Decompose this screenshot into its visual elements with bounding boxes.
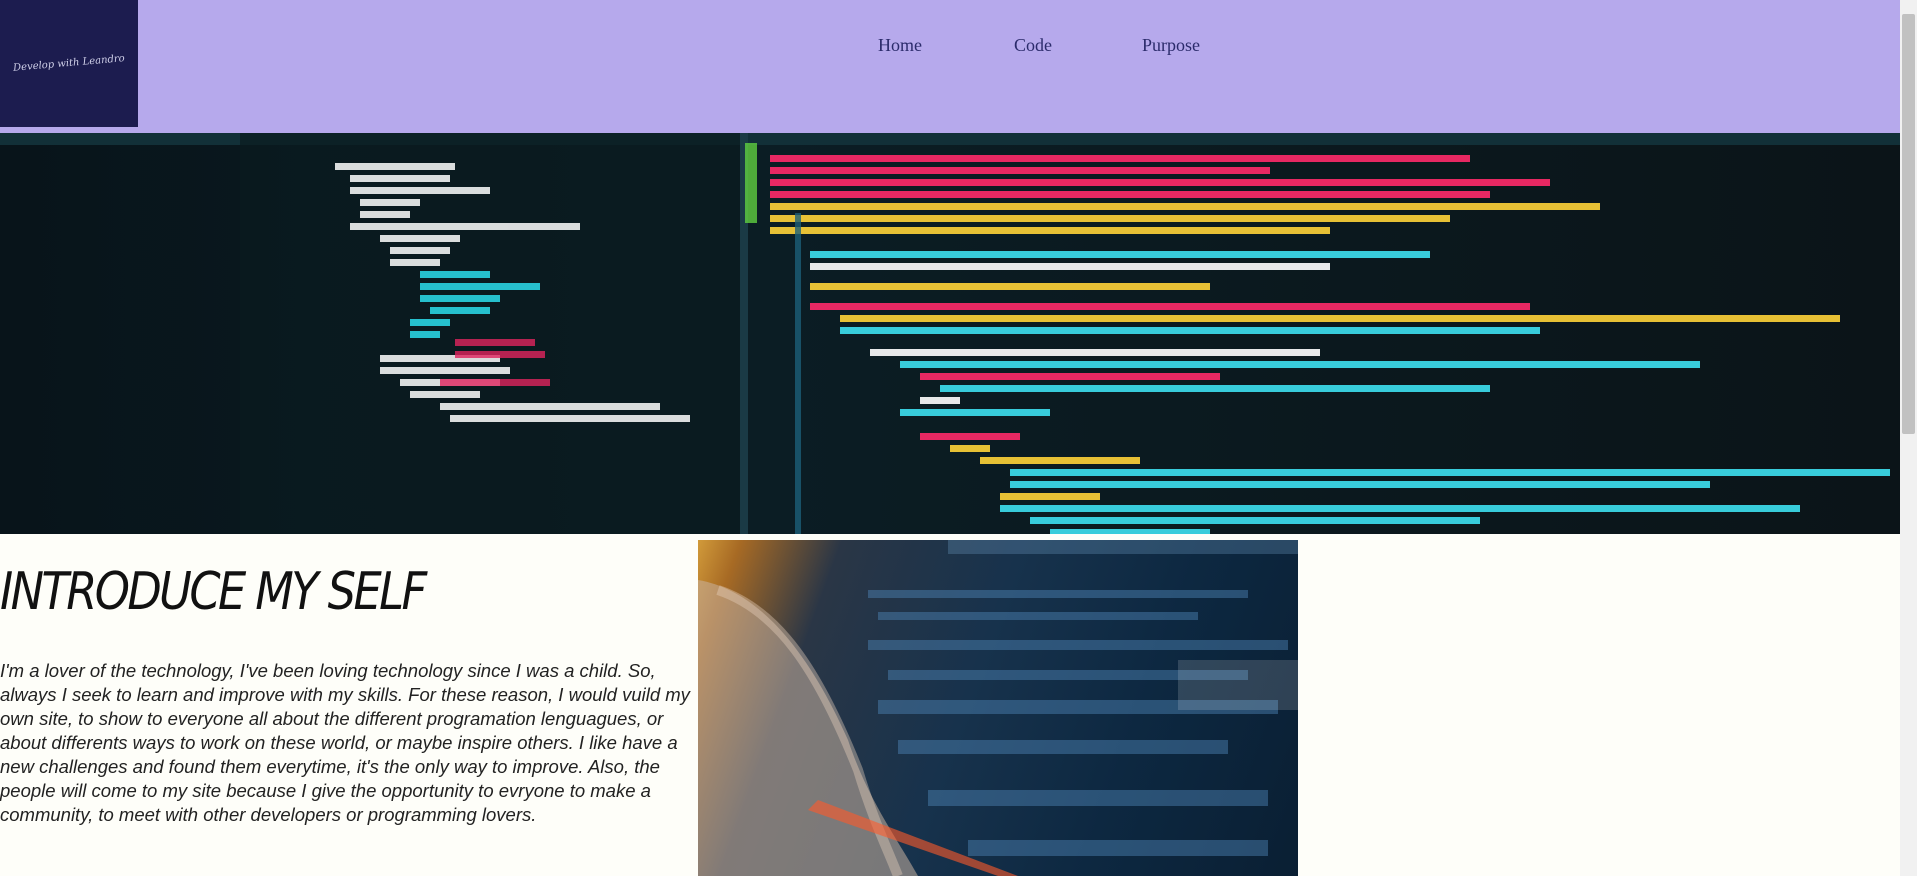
main-nav: Home Code Purpose	[0, 33, 1900, 57]
code-editor-illustration	[0, 133, 1900, 534]
site-logo[interactable]: Develop with Leandro	[0, 0, 138, 127]
intro-paragraph: I'm a lover of the technology, I've been…	[0, 660, 690, 825]
intro-title: INTRODUCE MY SELF	[0, 562, 427, 622]
nav-link-purpose[interactable]: Purpose	[1142, 33, 1200, 57]
hand-code-photo	[698, 540, 1298, 876]
vertical-scrollbar[interactable]	[1900, 0, 1917, 876]
hero-code-image	[0, 133, 1900, 534]
nav-link-code[interactable]: Code	[1014, 33, 1052, 57]
nav-link-home[interactable]: Home	[878, 33, 922, 57]
hand-on-screen-illustration	[698, 540, 1298, 876]
scrollbar-thumb[interactable]	[1902, 14, 1915, 434]
site-header: Develop with Leandro Home Code Purpose	[0, 0, 1900, 133]
